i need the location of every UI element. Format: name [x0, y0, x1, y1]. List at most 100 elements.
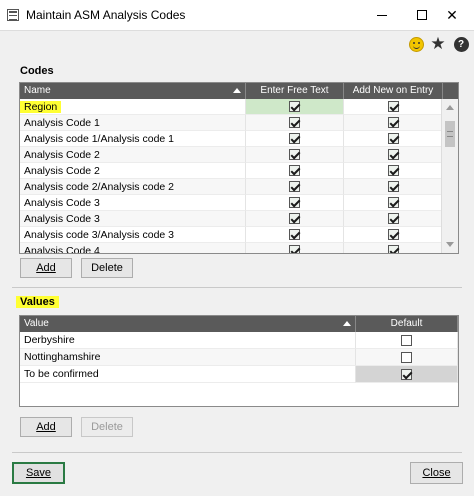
values-grid[interactable]: Value Default Derbyshire Nottinghamshire T…	[19, 315, 459, 407]
codes-delete-button[interactable]: Delete	[81, 258, 133, 278]
close-button[interactable]: Close	[410, 462, 463, 484]
table-row[interactable]: Analysis Code 3	[20, 211, 443, 227]
save-button[interactable]: Save	[12, 462, 65, 484]
free-text-checkbox[interactable]	[289, 149, 300, 160]
code-name-cell[interactable]: Analysis Code 1	[20, 115, 246, 131]
free-text-checkbox[interactable]	[289, 181, 300, 192]
add-new-checkbox-cell	[344, 147, 443, 163]
free-text-checkbox[interactable]	[289, 229, 300, 240]
sort-ascending-icon	[343, 321, 351, 326]
code-name: Analysis Code 2	[24, 165, 100, 177]
table-row[interactable]: Nottinghamshire	[20, 349, 458, 366]
codes-grid-header: Name Enter Free Text Add New on Entry	[20, 83, 458, 99]
value-cell[interactable]: Nottinghamshire	[20, 349, 356, 366]
add-new-checkbox[interactable]	[387, 101, 399, 112]
maximize-icon	[417, 10, 427, 20]
add-new-checkbox[interactable]	[387, 117, 399, 128]
free-text-checkbox-cell	[246, 243, 344, 253]
free-text-checkbox-cell	[246, 211, 344, 227]
add-new-checkbox[interactable]	[387, 133, 399, 144]
code-name: Region	[20, 101, 62, 113]
code-name: Analysis code 2/Analysis code 2	[24, 181, 174, 193]
table-row[interactable]: Analysis Code 1	[20, 115, 443, 131]
default-cell	[356, 332, 458, 349]
table-row[interactable]: Analysis Code 3	[20, 195, 443, 211]
default-checkbox[interactable]	[401, 368, 412, 380]
table-row[interactable]: Derbyshire	[20, 332, 458, 349]
minimize-icon	[377, 14, 387, 16]
code-name-cell[interactable]: Region	[20, 99, 246, 115]
values-add-button[interactable]: Add	[20, 417, 72, 437]
free-text-checkbox-cell	[246, 147, 344, 163]
column-header-value[interactable]: Value	[20, 316, 356, 332]
code-name: Analysis Code 4	[24, 245, 100, 254]
default-checkbox[interactable]	[401, 351, 412, 363]
code-name-cell[interactable]: Analysis Code 4	[20, 243, 246, 254]
help-icon[interactable]: ?	[452, 35, 470, 53]
code-name-cell[interactable]: Analysis Code 2	[20, 163, 246, 179]
window-title: Maintain ASM Analysis Codes	[26, 8, 186, 22]
column-header-name[interactable]: Name	[20, 83, 246, 99]
table-row[interactable]: Analysis code 2/Analysis code 2	[20, 179, 443, 195]
default-checkbox[interactable]	[401, 334, 412, 346]
free-text-checkbox[interactable]	[289, 117, 300, 128]
free-text-checkbox-cell	[246, 227, 344, 243]
add-new-checkbox-cell	[344, 131, 443, 147]
add-new-checkbox[interactable]	[387, 229, 399, 240]
values-section-label: Values	[16, 296, 59, 308]
add-new-checkbox-cell	[344, 227, 443, 243]
value-cell[interactable]: To be confirmed	[20, 366, 356, 383]
free-text-checkbox[interactable]	[289, 133, 300, 144]
add-new-checkbox[interactable]	[387, 149, 399, 160]
free-text-checkbox[interactable]	[289, 197, 300, 208]
free-text-checkbox[interactable]	[289, 213, 300, 224]
table-row[interactable]: Analysis Code 2	[20, 163, 443, 179]
code-name: Analysis Code 2	[24, 149, 100, 161]
star-icon[interactable]: ★	[429, 34, 447, 53]
default-cell	[356, 366, 458, 383]
table-row[interactable]: Analysis code 1/Analysis code 1	[20, 131, 443, 147]
free-text-checkbox[interactable]	[289, 245, 300, 253]
codes-grid[interactable]: Name Enter Free Text Add New on Entry Re…	[19, 82, 459, 254]
add-new-checkbox[interactable]	[387, 181, 399, 192]
codes-add-button[interactable]: Add	[20, 258, 72, 278]
smiley-icon[interactable]	[407, 35, 425, 53]
add-new-checkbox[interactable]	[387, 245, 399, 253]
code-name-cell[interactable]: Analysis code 1/Analysis code 1	[20, 131, 246, 147]
value-cell[interactable]: Derbyshire	[20, 332, 356, 349]
add-new-checkbox[interactable]	[387, 165, 399, 176]
table-row[interactable]: Region	[20, 99, 443, 115]
table-row[interactable]: To be confirmed	[20, 366, 458, 383]
scroll-down-icon[interactable]	[446, 242, 454, 247]
close-icon: ✕	[446, 6, 458, 23]
add-new-checkbox[interactable]	[387, 197, 399, 208]
values-delete-button[interactable]: Delete	[81, 417, 133, 437]
free-text-checkbox-cell	[246, 99, 344, 115]
add-new-checkbox[interactable]	[387, 213, 399, 224]
table-row[interactable]: Analysis Code 2	[20, 147, 443, 163]
minimize-button[interactable]	[360, 0, 404, 30]
codes-section-label: Codes	[20, 65, 54, 77]
scroll-up-icon[interactable]	[446, 105, 454, 110]
table-row[interactable]: Analysis code 3/Analysis code 3	[20, 227, 443, 243]
free-text-checkbox[interactable]	[289, 101, 300, 112]
column-header-enter-free-text[interactable]: Enter Free Text	[246, 83, 344, 99]
free-text-checkbox-cell	[246, 131, 344, 147]
code-name-cell[interactable]: Analysis code 3/Analysis code 3	[20, 227, 246, 243]
column-header-add-new-on-entry[interactable]: Add New on Entry	[344, 83, 443, 99]
table-row[interactable]: Analysis Code 4	[20, 243, 443, 254]
codes-vertical-scrollbar[interactable]	[441, 99, 458, 253]
add-new-checkbox-cell	[344, 179, 443, 195]
code-name-cell[interactable]: Analysis code 2/Analysis code 2	[20, 179, 246, 195]
footer-divider	[12, 452, 462, 453]
close-window-button[interactable]: ✕	[430, 0, 474, 30]
free-text-checkbox-cell	[246, 179, 344, 195]
column-header-default[interactable]: Default	[356, 316, 458, 332]
scroll-grip-icon	[447, 131, 453, 137]
code-name-cell[interactable]: Analysis Code 3	[20, 211, 246, 227]
code-name-cell[interactable]: Analysis Code 3	[20, 195, 246, 211]
code-name: Analysis code 3/Analysis code 3	[24, 229, 174, 241]
free-text-checkbox[interactable]	[289, 165, 300, 176]
code-name: Analysis Code 3	[24, 213, 100, 225]
code-name-cell[interactable]: Analysis Code 2	[20, 147, 246, 163]
